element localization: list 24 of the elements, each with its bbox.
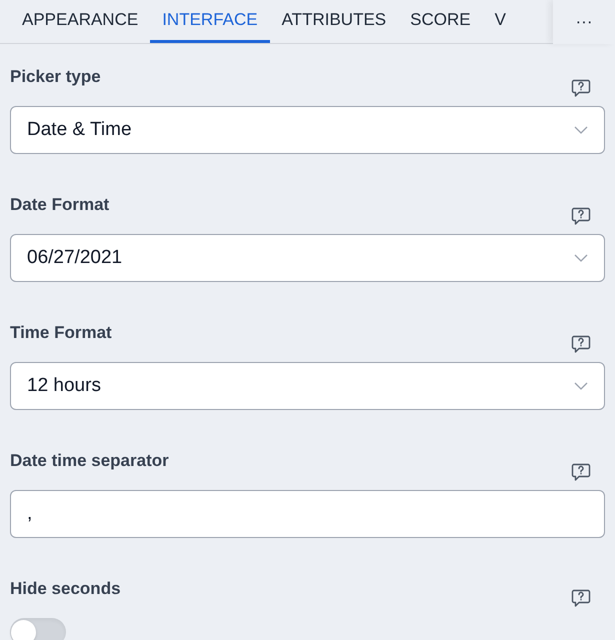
select-field[interactable]: Date & Time	[10, 106, 605, 154]
chevron-down-icon	[574, 382, 588, 390]
field-label: Date time separator	[10, 450, 169, 472]
field-label: Hide seconds	[10, 578, 121, 600]
field-label: Picker type	[10, 66, 101, 88]
help-icon[interactable]	[571, 78, 591, 98]
help-icon[interactable]	[571, 206, 591, 226]
tab[interactable]: V	[482, 0, 518, 43]
tab[interactable]: SCORE	[398, 0, 483, 43]
select-field[interactable]: 06/27/2021	[10, 234, 605, 282]
text-field[interactable]: ,	[10, 490, 605, 538]
help-icon[interactable]	[571, 334, 591, 354]
toggle-switch[interactable]	[10, 618, 66, 640]
chevron-down-icon	[574, 126, 588, 134]
help-icon[interactable]	[571, 462, 591, 482]
select-field[interactable]: 12 hours	[10, 362, 605, 410]
tab[interactable]: ATTRIBUTES	[270, 0, 398, 43]
more-button[interactable]: ···	[553, 0, 615, 44]
chevron-down-icon	[574, 254, 588, 262]
tab[interactable]: INTERFACE	[150, 0, 270, 43]
help-icon[interactable]	[571, 588, 591, 608]
field-label: Date Format	[10, 194, 110, 216]
tab[interactable]: APPEARANCE	[10, 0, 150, 43]
field-label: Time Format	[10, 322, 112, 344]
